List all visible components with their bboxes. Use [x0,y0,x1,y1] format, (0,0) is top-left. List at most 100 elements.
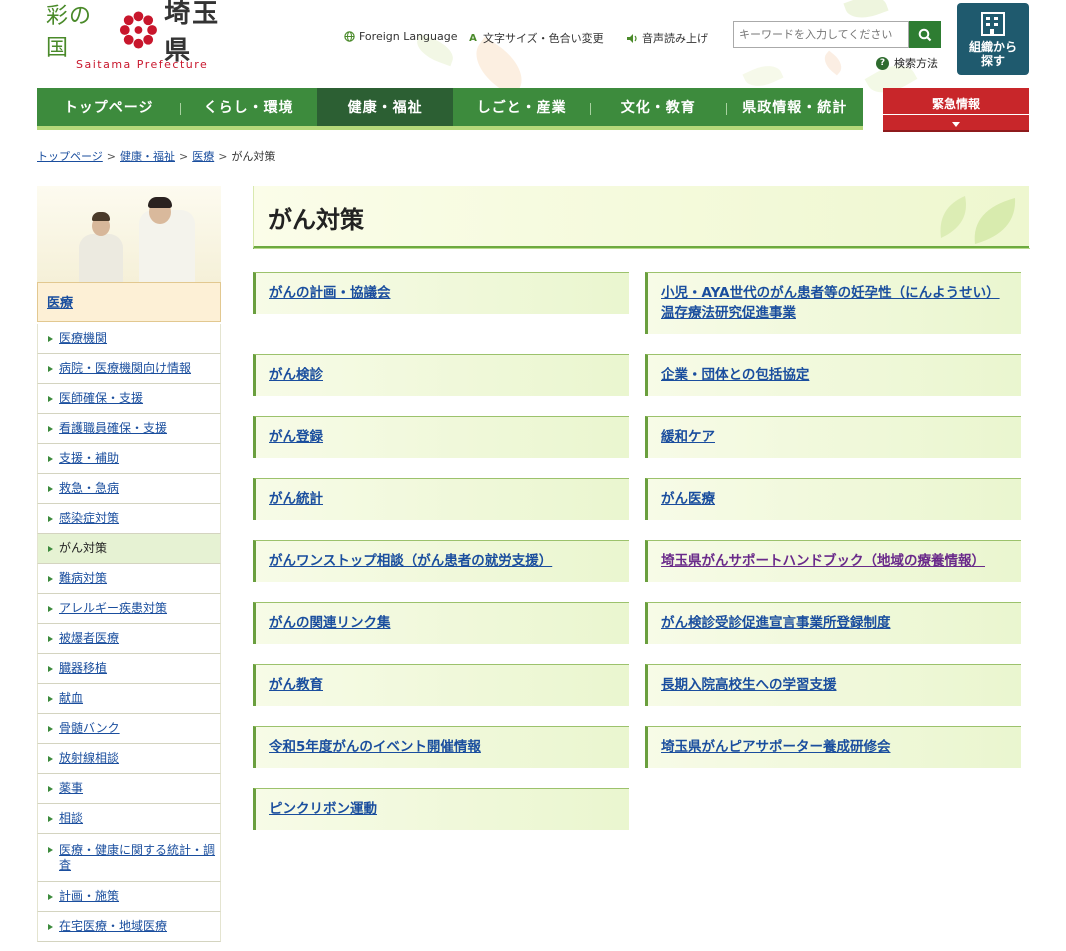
sidebar-item-home-care[interactable]: 在宅医療・地域医療 [37,912,221,942]
triangle-right-icon [48,665,53,672]
nav-prefecture-info[interactable]: 県政情報・統計 [726,88,863,126]
nav-top[interactable]: トップページ [37,88,180,126]
link-pink-ribbon[interactable]: ピンクリボン運動 [269,801,377,817]
triangle-right-icon [48,755,53,762]
link-peer-supporter[interactable]: 埼玉県がんピアサポーター養成研修会 [661,739,891,755]
link-card[interactable]: がん登録 [253,416,629,458]
leaf-decoration-icon [940,196,1016,244]
chevron-down-icon [952,122,960,127]
search-icon [918,28,932,41]
link-card[interactable]: 令和5年度がんのイベント開催情報 [253,726,629,768]
saitama-emblem-icon [120,11,158,49]
triangle-right-icon [48,695,53,702]
foreign-language-link[interactable]: Foreign Language [343,30,458,43]
link-card[interactable]: ピンクリボン運動 [253,788,629,830]
emergency-info-button[interactable]: 緊急情報 [883,88,1029,132]
link-card[interactable]: がん医療 [645,478,1021,520]
triangle-right-icon [48,893,53,900]
site-logo[interactable]: 彩の国 埼玉県 Saitama Prefecture [46,0,246,72]
sidebar-item-allergy[interactable]: アレルギー疾患対策 [37,594,221,624]
nav-work-industry[interactable]: しごと・産業 [453,88,590,126]
link-card[interactable]: 埼玉県がんサポートハンドブック（地域の療養情報） [645,540,1021,582]
text-size-icon: A [469,32,477,44]
breadcrumb: トップページ > 健康・福祉 > 医療 > がん対策 [37,150,276,163]
sidebar-item-plans[interactable]: 計画・施策 [37,882,221,912]
triangle-right-icon [48,575,53,582]
search-input[interactable] [733,21,909,48]
link-cancer-medical[interactable]: がん医療 [661,491,715,507]
link-card[interactable]: がん検診 [253,354,629,396]
search-help-link[interactable]: ? 検索方法 [876,55,938,71]
triangle-right-icon [48,365,53,372]
breadcrumb-top[interactable]: トップページ [37,150,103,163]
triangle-right-icon [48,485,53,492]
link-cancer-links[interactable]: がんの関連リンク集 [269,615,391,631]
triangle-right-icon [48,455,53,462]
sidebar-item-cancer[interactable]: がん対策 [37,534,221,564]
org-search-button[interactable]: 組織から 探す [957,3,1029,75]
triangle-right-icon [48,847,53,853]
link-support-handbook[interactable]: 埼玉県がんサポートハンドブック（地域の療養情報） [661,553,985,569]
site-header: 彩の国 埼玉県 Saitama Prefecture Foreign Langu… [0,0,1066,86]
link-card[interactable]: 長期入院高校生への学習支援 [645,664,1021,706]
sidebar-item-statistics[interactable]: 医療・健康に関する統計・調査 [37,834,221,882]
sidebar-item-hospital-info[interactable]: 病院・医療機関向け情報 [37,354,221,384]
sidebar-item-atomic-bomb[interactable]: 被爆者医療 [37,624,221,654]
link-card[interactable]: がん統計 [253,478,629,520]
sidebar-item-medical-institutions[interactable]: 医療機関 [37,324,221,354]
sidebar-item-intractable-disease[interactable]: 難病対策 [37,564,221,594]
link-card[interactable]: 小児・AYA世代のがん患者等の妊孕性（にんようせい）温存療法研究促進事業 [645,272,1021,334]
sidebar-item-emergency[interactable]: 救急・急病 [37,474,221,504]
link-card[interactable]: 企業・団体との包括協定 [645,354,1021,396]
breadcrumb-medical[interactable]: 医療 [192,150,214,163]
sidebar-item-bone-marrow[interactable]: 骨髄バンク [37,714,221,744]
link-card[interactable]: がんの計画・協議会 [253,272,629,314]
triangle-right-icon [48,395,53,402]
breadcrumb-health[interactable]: 健康・福祉 [120,150,175,163]
sidebar-item-infection[interactable]: 感染症対策 [37,504,221,534]
link-cancer-plan[interactable]: がんの計画・協議会 [269,285,391,301]
sidebar-heading-link[interactable]: 医療 [47,296,73,311]
link-palliative-care[interactable]: 緩和ケア [661,429,715,445]
search-button[interactable] [909,21,941,48]
read-aloud-link[interactable]: 音声読み上げ [626,30,708,46]
link-card[interactable]: 緩和ケア [645,416,1021,458]
sidebar-item-blood-donation[interactable]: 献血 [37,684,221,714]
link-card[interactable]: がん教育 [253,664,629,706]
link-card[interactable]: がん検診受診促進宣言事業所登録制度 [645,602,1021,644]
link-screening-declaration[interactable]: がん検診受診促進宣言事業所登録制度 [661,615,891,631]
link-cancer-events[interactable]: 令和5年度がんのイベント開催情報 [269,739,481,755]
sidebar-item-pharma[interactable]: 薬事 [37,774,221,804]
nav-health-welfare[interactable]: 健康・福祉 [316,88,454,126]
link-card[interactable]: がんワンストップ相談（がん患者の就労支援） [253,540,629,582]
link-aya-fertility[interactable]: 小児・AYA世代のがん患者等の妊孕性（にんようせい）温存療法研究促進事業 [661,285,1000,321]
link-card[interactable]: がんの関連リンク集 [253,602,629,644]
sidebar-item-organ-transplant[interactable]: 臓器移植 [37,654,221,684]
link-cancer-education[interactable]: がん教育 [269,677,323,693]
triangle-right-icon [48,605,53,612]
link-card[interactable]: 埼玉県がんピアサポーター養成研修会 [645,726,1021,768]
link-corporate-agreement[interactable]: 企業・団体との包括協定 [661,367,809,383]
link-cancer-one-stop[interactable]: がんワンストップ相談（がん患者の就労支援） [269,553,552,569]
link-hospitalized-student[interactable]: 長期入院高校生への学習支援 [661,677,837,693]
text-size-color-link[interactable]: A 文字サイズ・色合い変更 [467,30,604,46]
breadcrumb-current: がん対策 [231,150,276,163]
sidebar-item-consult[interactable]: 相談 [37,804,221,834]
sidebar-nav: 医療機関 病院・医療機関向け情報 医師確保・支援 看護職員確保・支援 支援・補助… [37,324,221,942]
triangle-right-icon [48,635,53,642]
page-title: がん対策 [268,206,364,234]
sidebar-item-doctor-support[interactable]: 医師確保・支援 [37,384,221,414]
help-icon: ? [876,56,889,70]
link-cancer-screening[interactable]: がん検診 [269,367,323,383]
sidebar-item-nurse-support[interactable]: 看護職員確保・支援 [37,414,221,444]
link-cancer-statistics[interactable]: がん統計 [269,491,323,507]
triangle-right-icon [48,785,53,792]
sidebar-heading: 医療 [37,282,221,322]
nav-culture-education[interactable]: 文化・教育 [589,88,727,126]
sidebar-item-subsidy[interactable]: 支援・補助 [37,444,221,474]
sidebar-item-radiation[interactable]: 放射線相談 [37,744,221,774]
link-cancer-registry[interactable]: がん登録 [269,429,323,445]
nav-life-environment[interactable]: くらし・環境 [180,88,317,126]
triangle-right-icon [48,515,53,522]
sidebar-photo [37,186,221,282]
